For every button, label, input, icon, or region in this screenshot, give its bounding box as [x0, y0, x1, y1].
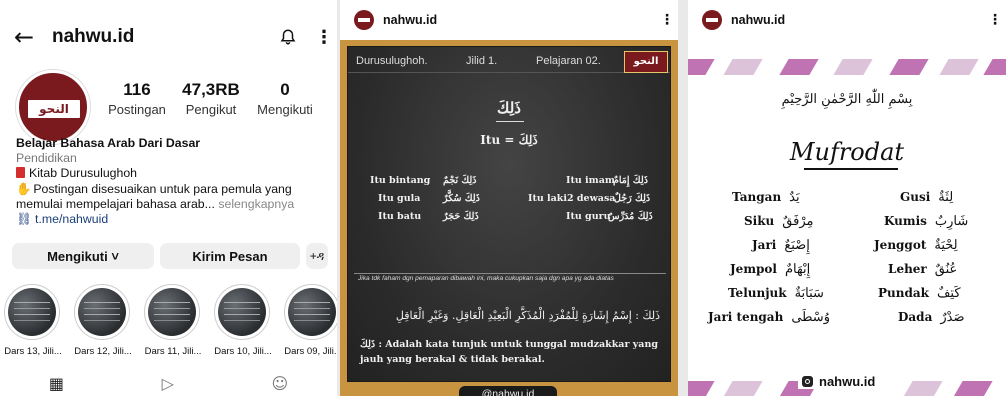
post-avatar[interactable]: [354, 10, 374, 30]
vocab-item: Jempol إِبْهَامٌ: [730, 262, 811, 277]
highlight-item[interactable]: Dars 09, Jili...: [284, 284, 337, 357]
reels-icon[interactable]: ▷: [162, 374, 174, 393]
vocab-item: Jari tengah وُسْطَى: [708, 310, 830, 325]
decorative-border-top: [688, 56, 1006, 78]
more-options-icon[interactable]: ⋮: [656, 12, 678, 28]
vocab-item: Pundak كَتِفٌ: [878, 286, 961, 301]
grid-icon[interactable]: ▦: [49, 374, 64, 393]
add-person-button[interactable]: +ዳ: [306, 243, 328, 269]
profile-tabs: ▦ ▷ ☺: [0, 374, 337, 393]
vocab-item: Siku مِرْفَقٌ: [744, 214, 814, 229]
link-icon: ⛓: [16, 212, 32, 227]
highlight-thumbnail: [148, 288, 196, 336]
title-underline: [496, 121, 524, 122]
profile-stats: 116 Postingan 47,3RB Pengikut 0 Mengikut…: [100, 80, 322, 117]
lesson-title: ذَلِكَ: [497, 99, 521, 117]
following-button[interactable]: Mengikuti ˅: [12, 243, 154, 269]
post-brand: nahwu.id: [798, 374, 880, 389]
bio-line-book: Kitab Durusulughoh: [16, 166, 330, 181]
post-avatar[interactable]: [702, 10, 722, 30]
story-highlights: Dars 13, Jili... Dars 12, Jili... Dars 1…: [4, 284, 337, 357]
panel-divider: [678, 0, 688, 396]
post-header: nahwu.id ⋮: [340, 0, 678, 40]
post-mufrodat: nahwu.id ⋮ بِسْمِ اللّٰهِ الرَّحْمٰنِ ال…: [688, 0, 1006, 396]
stat-posts[interactable]: 116 Postingan: [100, 80, 174, 117]
board-header: Durusulughoh. Jilid 1. Pelajaran 02. الن…: [348, 51, 670, 73]
message-button[interactable]: Kirim Pesan: [160, 243, 300, 269]
profile-panel: ← nahwu.id ⋮ النحو 116 Postingan 47,3RB …: [0, 0, 337, 396]
hand-icon: ✋: [16, 181, 32, 196]
profile-category: Pendidikan: [16, 151, 77, 166]
vocab-item: Jenggot لِحْيَةٌ: [874, 238, 958, 253]
profile-actions: Mengikuti ˅ Kirim Pesan +ዳ: [12, 243, 328, 269]
chalkboard: Durusulughoh. Jilid 1. Pelajaran 02. الن…: [347, 46, 671, 382]
post-username[interactable]: nahwu.id: [731, 13, 984, 27]
instagram-icon: [802, 376, 813, 387]
example-id: Itu guru: [566, 211, 611, 222]
profile-bio: Belajar Bahasa Arab Dari Dasar Pendidika…: [16, 136, 330, 227]
example-ar: ذَلِكَ رَجُلٌ: [614, 193, 651, 204]
post-image[interactable]: بِسْمِ اللّٰهِ الرَّحْمٰنِ الرَّحِيْمِ M…: [688, 40, 1006, 396]
post-image[interactable]: Durusulughoh. Jilid 1. Pelajaran 02. الن…: [340, 40, 678, 396]
definition-indonesian: ذَلِكَ : Adalah kata tunjuk untuk tungga…: [360, 339, 659, 365]
bio-link[interactable]: ⛓ t.me/nahwuid: [16, 212, 330, 227]
example-id: Itu bintang: [370, 175, 431, 186]
example-ar: ذَلِكَ سُكَّرٌ: [443, 193, 480, 204]
book-icon: [16, 167, 25, 179]
example-id: Itu gula: [378, 193, 421, 204]
highlight-thumbnail: [8, 288, 56, 336]
example-ar: ذَلِكَ حَجَرٌ: [443, 211, 479, 222]
example-ar: ذَلِكَ إِمَامٌ: [613, 175, 648, 186]
see-more-link[interactable]: selengkapnya: [218, 197, 294, 211]
tagged-icon[interactable]: ☺: [272, 374, 289, 393]
example-id: Itu laki2 dewasa: [528, 193, 616, 204]
post-username[interactable]: nahwu.id: [383, 13, 656, 27]
profile-display-name: Belajar Bahasa Arab Dari Dasar: [16, 136, 201, 150]
highlight-item[interactable]: Dars 11, Jili...: [144, 284, 202, 357]
profile-username: nahwu.id: [52, 26, 135, 47]
highlight-item[interactable]: Dars 13, Jili...: [4, 284, 62, 357]
post-header: nahwu.id ⋮: [688, 0, 1006, 40]
vocab-item: Dada صَدْرٌ: [898, 310, 965, 325]
vocab-item: Jari إِصْبَعٌ: [752, 238, 810, 253]
vocab-title: Mufrodat: [789, 138, 905, 166]
vocab-item: Gusi لِثَةٌ: [900, 190, 954, 205]
lesson-meaning: Itu = ذَلِكَ: [480, 133, 538, 147]
vocab-item: Leher عُنُقٌ: [888, 262, 958, 277]
profile-avatar[interactable]: النحو: [16, 70, 90, 144]
bio-line-desc: ✋ Postingan disesuaikan untuk para pemula…: [16, 181, 292, 196]
vocab-item: Tangan يَدٌ: [732, 190, 800, 205]
highlight-thumbnail: [218, 288, 266, 336]
more-options-icon[interactable]: ⋮: [315, 27, 333, 48]
example-id: Itu batu: [378, 211, 422, 222]
vocab-item: Kumis شَارِبٌ: [884, 214, 969, 229]
vocab-item: Telunjuk سَبَابَةٌ: [728, 286, 824, 301]
back-arrow-icon[interactable]: ←: [14, 25, 52, 49]
highlight-thumbnail: [288, 288, 336, 336]
highlight-thumbnail: [78, 288, 126, 336]
post-credit: @nahwu.id: [459, 386, 557, 396]
note-separator: Jika tdk faham dgn pemaparan dibawah ini…: [354, 273, 666, 285]
highlight-item[interactable]: Dars 10, Jili...: [214, 284, 272, 357]
example-ar: ذَلِكَ نَجْمٌ: [443, 175, 477, 186]
profile-topbar: ← nahwu.id ⋮: [14, 22, 333, 52]
basmalah: بِسْمِ اللّٰهِ الرَّحْمٰنِ الرَّحِيْمِ: [781, 92, 913, 107]
brand-logo: النحو: [28, 100, 80, 118]
highlight-item[interactable]: Dars 12, Jili...: [74, 284, 132, 357]
bio-line-desc2: memulai mempelajari bahasa arab... selen…: [16, 196, 295, 211]
brand-logo: النحو: [624, 51, 668, 73]
bell-icon[interactable]: [279, 28, 297, 46]
example-id: Itu imam: [566, 175, 615, 186]
post-chalkboard: nahwu.id ⋮ Durusulughoh. Jilid 1. Pelaja…: [340, 0, 678, 396]
more-options-icon[interactable]: ⋮: [984, 12, 1006, 28]
example-ar: ذَلِكَ مُدَرِّسٌ: [608, 211, 653, 222]
stat-following[interactable]: 0 Mengikuti: [248, 80, 322, 117]
definition-arabic: ذَلِكَ : إِسْمُ إِشَارَةٍ لِلْمُفْرَدِ ا…: [395, 309, 660, 322]
title-underline: [804, 168, 898, 170]
stat-followers[interactable]: 47,3RB Pengikut: [174, 80, 248, 117]
